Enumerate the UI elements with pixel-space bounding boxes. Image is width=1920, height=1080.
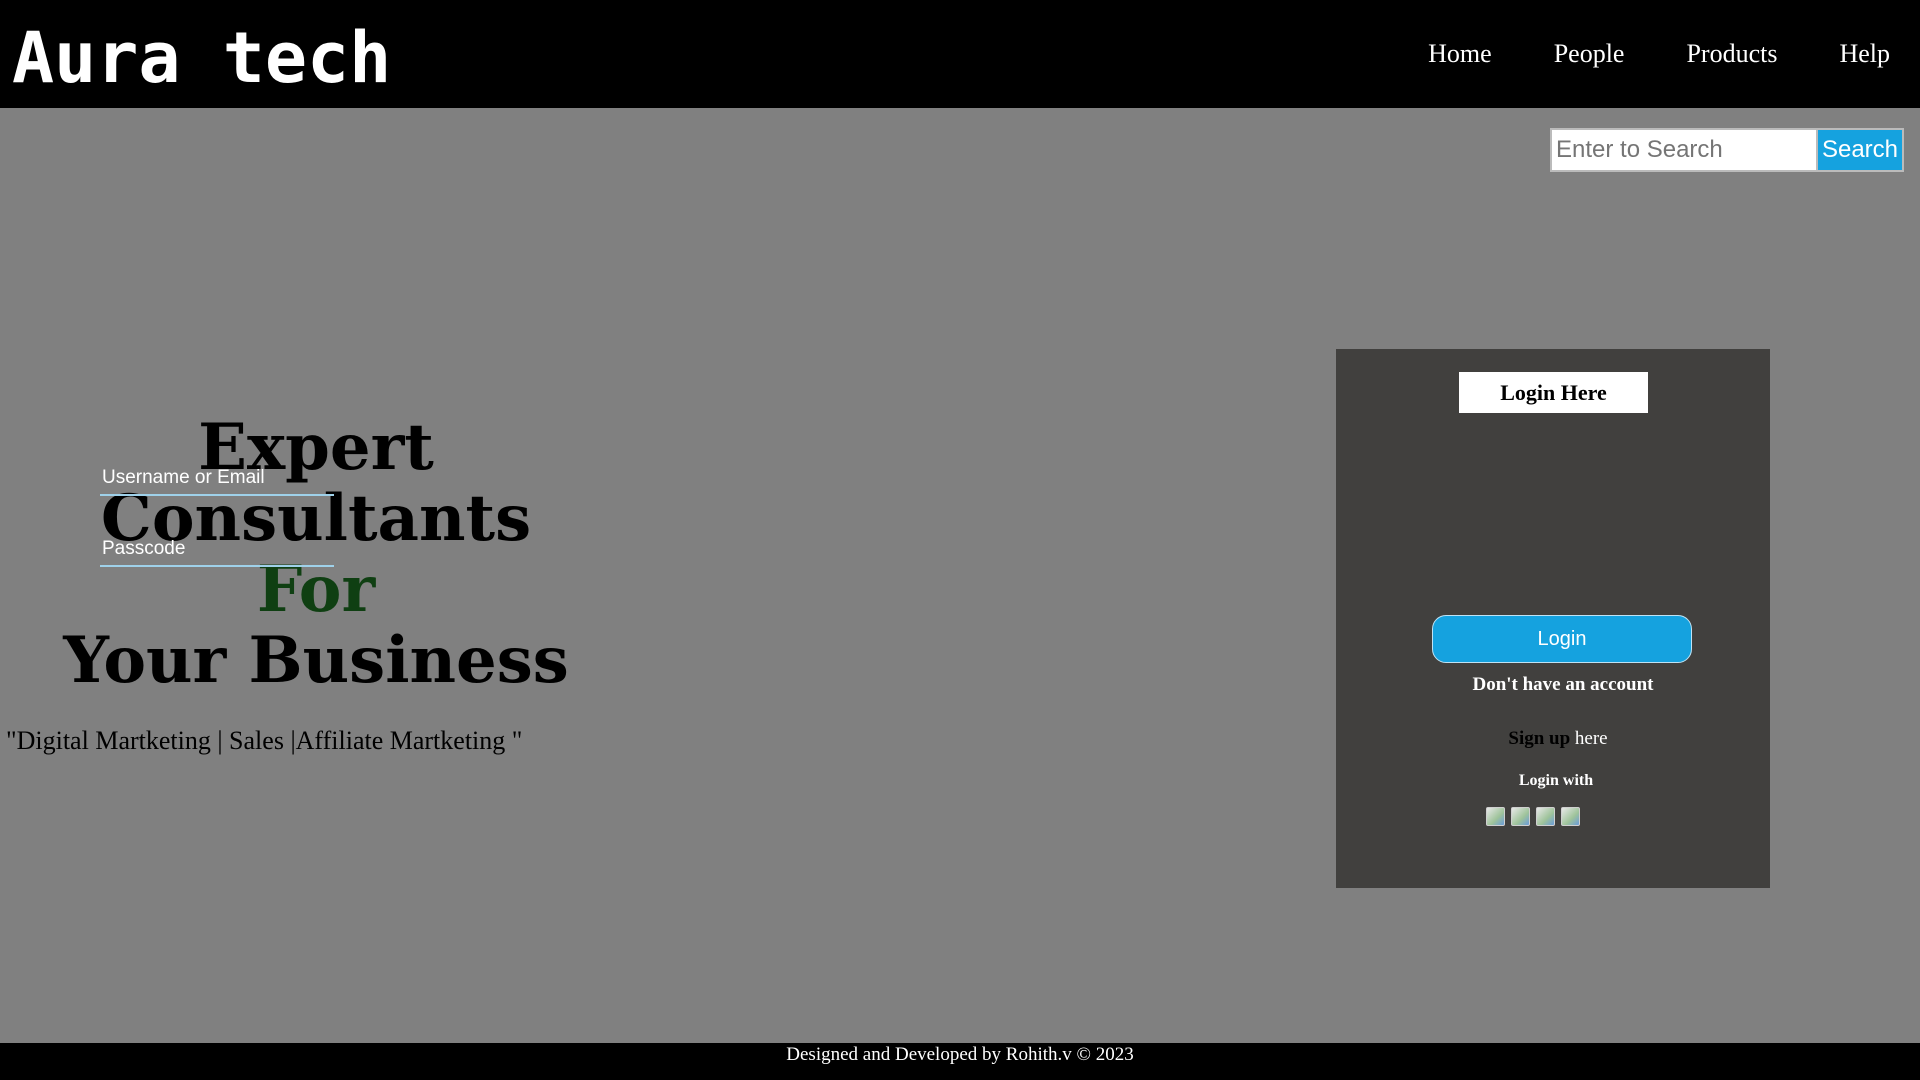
login-button[interactable]: Login bbox=[1432, 615, 1692, 663]
social-login-icons bbox=[1486, 807, 1586, 826]
hero-tagline: "Digital Martketing | Sales |Affiliate M… bbox=[6, 726, 523, 755]
social-login-icon-2[interactable] bbox=[1511, 807, 1530, 826]
login-panel: Login Here Login Don't have an account S… bbox=[1336, 349, 1770, 888]
nav-link-home[interactable]: Home bbox=[1428, 38, 1492, 70]
signup-here-text: here bbox=[1570, 728, 1608, 749]
brand-logo-text[interactable]: Aura tech bbox=[12, 18, 391, 98]
no-account-text: Don't have an account bbox=[1472, 674, 1654, 695]
social-login-icon-1[interactable] bbox=[1486, 807, 1505, 826]
login-with-label: Login with bbox=[1518, 772, 1594, 789]
hero-line-your-business: Your Business bbox=[63, 623, 569, 698]
password-field[interactable] bbox=[100, 533, 334, 567]
signup-link[interactable]: Sign up bbox=[1508, 728, 1570, 749]
footer-credit: Designed and Developed by Rohith.v © 202… bbox=[786, 1044, 1134, 1065]
search-button[interactable]: Search bbox=[1818, 128, 1904, 172]
search-bar: Search bbox=[1550, 128, 1904, 172]
search-input[interactable] bbox=[1550, 128, 1818, 172]
login-title: Login Here bbox=[1459, 372, 1648, 413]
nav-link-people[interactable]: People bbox=[1554, 38, 1625, 70]
page: Aura tech Home People Products Help Sear… bbox=[0, 0, 1920, 1080]
social-login-icon-4[interactable] bbox=[1561, 807, 1580, 826]
main-nav: Home People Products Help bbox=[1366, 38, 1890, 70]
site-footer: Designed and Developed by Rohith.v © 202… bbox=[0, 1043, 1920, 1080]
social-login-icon-3[interactable] bbox=[1536, 807, 1555, 826]
username-field[interactable] bbox=[100, 462, 334, 496]
signup-line: Sign up here bbox=[1336, 727, 1780, 751]
site-header: Aura tech Home People Products Help bbox=[0, 0, 1920, 108]
nav-link-help[interactable]: Help bbox=[1839, 38, 1890, 70]
nav-link-products[interactable]: Products bbox=[1686, 38, 1777, 70]
